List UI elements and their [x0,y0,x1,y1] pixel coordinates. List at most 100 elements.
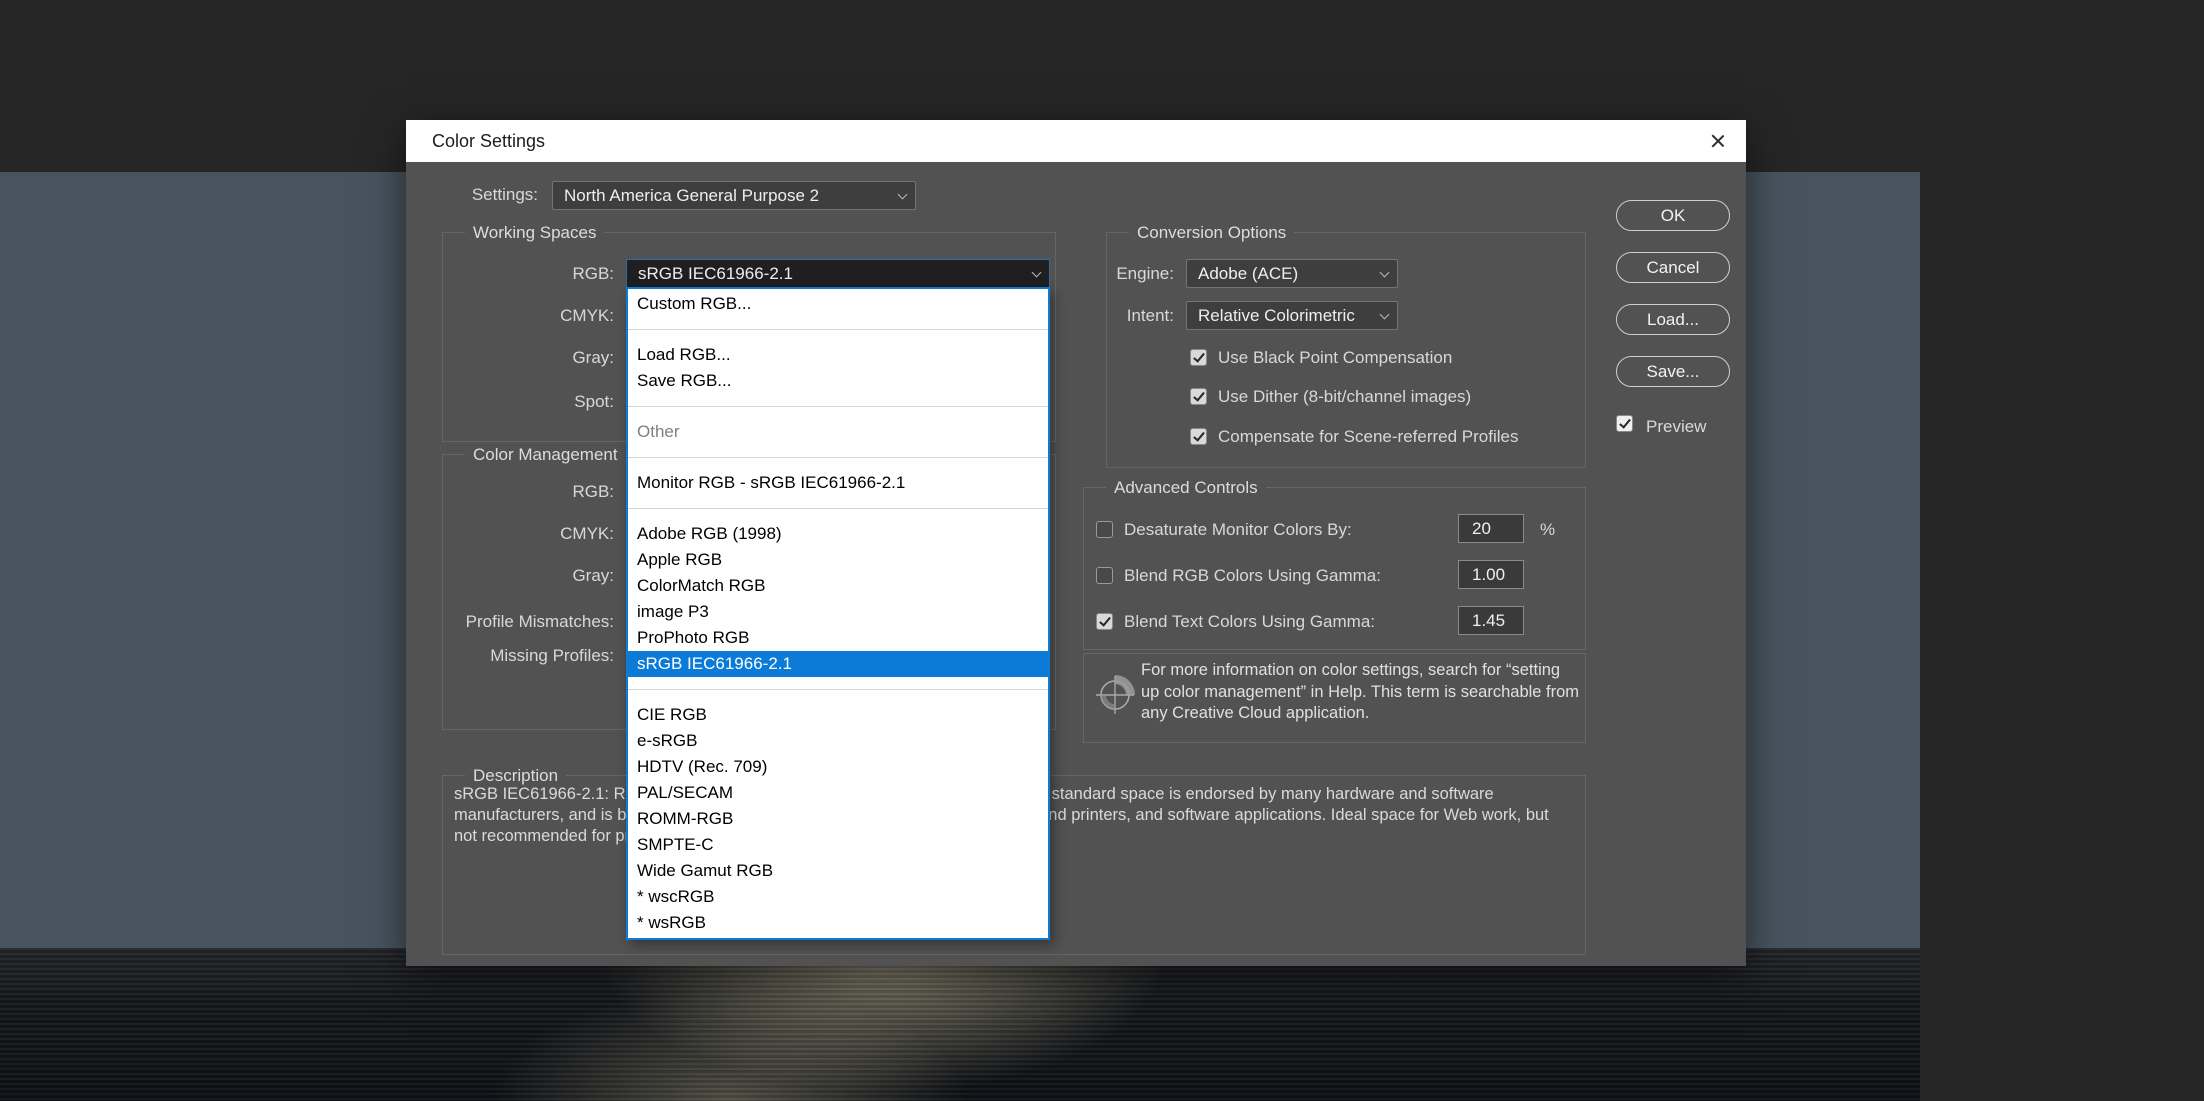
chevron-down-icon [1032,268,1042,278]
dropdown-item-label: sRGB IEC61966-2.1 [637,654,792,673]
dropdown-item-label: Custom RGB... [637,294,751,313]
dropdown-item[interactable]: Custom RGB... [628,291,1048,317]
intent-label: Intent: [1098,302,1174,330]
close-icon[interactable] [1706,129,1730,153]
cm-profile-mismatches-label: Profile Mismatches: [414,608,614,636]
dropdown-item-label: CIE RGB [637,705,707,724]
dropdown-separator [628,317,1048,342]
desaturate-percent-suffix: % [1540,516,1555,543]
dropdown-separator [628,445,1048,470]
dropdown-item[interactable]: Wide Gamut RGB [628,858,1048,884]
dialog-titlebar[interactable]: Color Settings [406,120,1746,162]
ok-button[interactable]: OK [1616,200,1730,231]
blend-rgb-gamma-label: Blend RGB Colors Using Gamma: [1124,562,1381,589]
ws-rgb-select[interactable]: sRGB IEC61966-2.1 [626,259,1050,288]
cancel-button[interactable]: Cancel [1616,252,1730,283]
load-button[interactable]: Load... [1616,304,1730,335]
save-button[interactable]: Save... [1616,356,1730,387]
dropdown-item-label: ProPhoto RGB [637,628,749,647]
dropdown-group-header: Other [628,419,1048,445]
intent-select-value: Relative Colorimetric [1198,306,1355,325]
dropdown-separator [628,496,1048,521]
dropdown-item[interactable]: image P3 [628,599,1048,625]
dropdown-separator [628,394,1048,419]
chevron-down-icon [898,190,908,200]
dropdown-item[interactable]: e-sRGB [628,728,1048,754]
chevron-down-icon [1380,310,1390,320]
description-title: Description [465,766,566,786]
engine-select[interactable]: Adobe (ACE) [1186,259,1398,288]
dropdown-item[interactable]: Save RGB... [628,368,1048,394]
dropdown-item[interactable]: Apple RGB [628,547,1048,573]
cm-gray-label: Gray: [414,562,614,590]
dropdown-item-label: * wscRGB [637,887,714,906]
dropdown-item[interactable]: * wscRGB [628,884,1048,910]
help-note-text: For more information on color settings, … [1141,660,1583,725]
dropdown-item[interactable]: Adobe RGB (1998) [628,521,1048,547]
blend-text-gamma-input[interactable]: 1.45 [1458,606,1524,635]
blend-rgb-gamma-checkbox[interactable] [1096,567,1113,584]
dropdown-item[interactable]: Load RGB... [628,342,1048,368]
rgb-dropdown-list: Custom RGB... Load RGB... Save RGB... Ot… [626,287,1050,940]
scene-referred-checkbox[interactable] [1190,428,1207,445]
settings-select[interactable]: North America General Purpose 2 [552,181,916,210]
photo-ocean [0,948,1920,1101]
dropdown-item-label: ColorMatch RGB [637,576,765,595]
use-dither-label: Use Dither (8-bit/channel images) [1218,383,1471,410]
scene-referred-label: Compensate for Scene-referred Profiles [1218,423,1518,450]
dropdown-item[interactable]: Monitor RGB - sRGB IEC61966-2.1 [628,470,1048,496]
dropdown-item-label: Save RGB... [637,371,731,390]
dropdown-separator [628,677,1048,702]
engine-label: Engine: [1098,260,1174,288]
ws-rgb-select-value: sRGB IEC61966-2.1 [638,264,793,283]
dropdown-item-label: Other [637,422,680,441]
dropdown-item[interactable]: * wsRGB [628,910,1048,936]
preview-label: Preview [1646,413,1706,440]
dropdown-item[interactable]: CIE RGB [628,702,1048,728]
dropdown-item-label: ROMM-RGB [637,809,733,828]
dropdown-item-label: * wsRGB [637,913,706,932]
ws-rgb-label: RGB: [464,260,614,288]
preview-checkbox[interactable] [1616,415,1633,432]
ws-gray-label: Gray: [464,344,614,372]
dropdown-item-selected[interactable]: sRGB IEC61966-2.1 [628,651,1048,677]
dropdown-item-label: PAL/SECAM [637,783,733,802]
color-management-title: Color Management [465,445,626,465]
dropdown-item-label: Monitor RGB - sRGB IEC61966-2.1 [637,473,905,492]
dropdown-item-label: image P3 [637,602,709,621]
ws-cmyk-label: CMYK: [464,302,614,330]
advanced-controls-title: Advanced Controls [1106,478,1266,498]
black-point-compensation-checkbox[interactable] [1190,349,1207,366]
settings-select-value: North America General Purpose 2 [564,186,819,205]
dropdown-item[interactable]: ProPhoto RGB [628,625,1048,651]
dropdown-item-label: HDTV (Rec. 709) [637,757,767,776]
globe-icon [1094,672,1138,716]
black-point-compensation-label: Use Black Point Compensation [1218,344,1452,371]
dialog-title: Color Settings [432,120,545,162]
chevron-down-icon [1380,268,1390,278]
dropdown-item[interactable]: SMPTE-C [628,832,1048,858]
engine-select-value: Adobe (ACE) [1198,264,1298,283]
desaturate-label: Desaturate Monitor Colors By: [1124,516,1352,543]
dropdown-item[interactable]: ColorMatch RGB [628,573,1048,599]
dropdown-item-label: Adobe RGB (1998) [637,524,782,543]
ws-spot-label: Spot: [464,388,614,416]
intent-select[interactable]: Relative Colorimetric [1186,301,1398,330]
desaturate-value-input[interactable]: 20 [1458,514,1524,543]
blend-text-gamma-checkbox[interactable] [1096,613,1113,630]
working-spaces-title: Working Spaces [465,223,604,243]
color-settings-dialog: Color Settings Settings: North America G… [406,120,1746,966]
screen: Color Settings Settings: North America G… [0,0,2204,1101]
settings-label: Settings: [416,181,538,209]
blend-text-gamma-label: Blend Text Colors Using Gamma: [1124,608,1375,635]
blend-rgb-gamma-input[interactable]: 1.00 [1458,560,1524,589]
use-dither-checkbox[interactable] [1190,388,1207,405]
cm-rgb-label: RGB: [414,478,614,506]
dropdown-item[interactable]: PAL/SECAM [628,780,1048,806]
dropdown-item[interactable]: ROMM-RGB [628,806,1048,832]
cm-missing-profiles-label: Missing Profiles: [414,642,614,670]
dropdown-item[interactable]: HDTV (Rec. 709) [628,754,1048,780]
dropdown-item-label: SMPTE-C [637,835,714,854]
desaturate-checkbox[interactable] [1096,521,1113,538]
dropdown-item-label: Load RGB... [637,345,731,364]
